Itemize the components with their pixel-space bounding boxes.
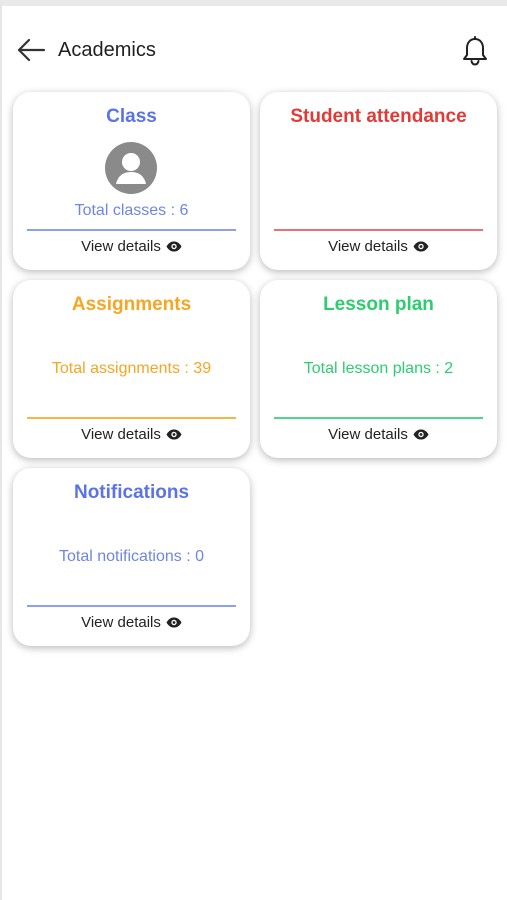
notifications-bell-button[interactable] (458, 34, 492, 68)
attendance-view-details-link[interactable]: View details (260, 238, 497, 255)
eye-icon (413, 241, 429, 252)
view-details-label: View details (81, 614, 161, 631)
page-title: Academics (58, 39, 156, 61)
view-details-label: View details (81, 238, 161, 255)
attendance-card[interactable]: Student attendance View details (260, 92, 497, 270)
class-view-details-link[interactable]: View details (13, 238, 250, 255)
lesson-plan-card-stat: Total lesson plans : 2 (303, 360, 454, 377)
eye-icon (166, 429, 182, 440)
notifications-card[interactable]: Notifications Total notifications : 0 Vi… (13, 468, 250, 646)
app-header: Academics (2, 12, 507, 82)
user-avatar-icon (105, 142, 157, 194)
assignments-card-stat: Total assignments : 39 (51, 360, 212, 377)
lesson-plan-card[interactable]: Lesson plan Total lesson plans : 2 View … (260, 280, 497, 458)
assignments-card-title: Assignments (71, 294, 192, 315)
attendance-card-title: Student attendance (290, 106, 467, 127)
lesson-plan-card-divider (274, 417, 483, 419)
bell-icon (463, 36, 487, 66)
assignments-view-details-link[interactable]: View details (13, 426, 250, 443)
attendance-card-divider (274, 229, 483, 231)
eye-icon (413, 429, 429, 440)
eye-icon (166, 241, 182, 252)
assignments-card[interactable]: Assignments Total assignments : 39 View … (13, 280, 250, 458)
view-details-label: View details (328, 426, 408, 443)
class-card[interactable]: Class Total classes : 6 View details (13, 92, 250, 270)
view-details-label: View details (328, 238, 408, 255)
back-button[interactable] (14, 34, 48, 66)
class-card-stat: Total classes : 6 (74, 202, 189, 219)
arrow-left-icon (17, 38, 46, 62)
eye-icon (166, 617, 182, 628)
lesson-plan-view-details-link[interactable]: View details (260, 426, 497, 443)
notifications-view-details-link[interactable]: View details (13, 614, 250, 631)
notifications-card-stat: Total notifications : 0 (59, 548, 204, 565)
class-card-divider (27, 229, 236, 231)
lesson-plan-card-title: Lesson plan (323, 294, 434, 315)
assignments-card-divider (27, 417, 236, 419)
view-details-label: View details (81, 426, 161, 443)
notifications-card-divider (27, 605, 236, 607)
notifications-card-title: Notifications (73, 482, 190, 503)
class-card-title: Class (106, 106, 157, 127)
app-frame: Academics Class Total classes : 6 View d… (0, 0, 507, 900)
